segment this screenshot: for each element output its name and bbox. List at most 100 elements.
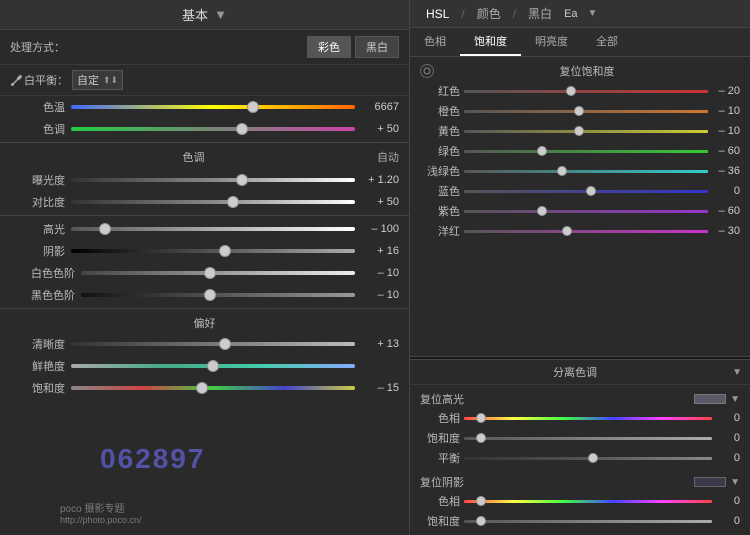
clarity-label: 清晰度: [10, 336, 65, 352]
blacks-slider[interactable]: [81, 288, 355, 302]
left-panel: 基本 ▼ 处理方式： 彩色 黑白 白平衡： 自定 ⬆⬇: [0, 0, 410, 535]
pref-title: 偏好: [194, 318, 216, 330]
highlight-color-swatch[interactable]: [694, 394, 726, 404]
bw-mode-button[interactable]: 黑白: [355, 36, 399, 58]
hsl-purple-thumb[interactable]: [537, 206, 547, 216]
saturation-thumb[interactable]: [196, 382, 208, 394]
highlights-label: 高光: [10, 221, 65, 237]
hsl-yellow-slider[interactable]: [464, 125, 708, 137]
watermark-sub2: http://photo.poco.cn/: [60, 515, 142, 525]
main-container: 基本 ▼ 处理方式： 彩色 黑白 白平衡： 自定 ⬆⬇: [0, 0, 750, 535]
hsl-orange-track: [464, 110, 708, 113]
sh-hue-thumb[interactable]: [476, 496, 486, 506]
auto-button[interactable]: 自动: [377, 149, 399, 165]
exposure-thumb[interactable]: [236, 174, 248, 186]
saturation-label: 饱和度: [10, 380, 65, 396]
hl-hue-thumb[interactable]: [476, 413, 486, 423]
left-panel-header: 基本 ▼: [0, 0, 409, 30]
sh-sat-slider[interactable]: [464, 515, 712, 527]
hsl-aqua-value: – 36: [712, 165, 740, 177]
hsl-red-label: 红色: [420, 83, 460, 99]
whites-slider[interactable]: [81, 266, 355, 280]
saturation-slider[interactable]: [71, 381, 355, 395]
hsl-blue-thumb[interactable]: [586, 186, 596, 196]
balance-row: 平衡 0: [416, 448, 744, 468]
color-mode-button[interactable]: 彩色: [307, 36, 351, 58]
hsl-red-slider[interactable]: [464, 85, 708, 97]
tone-sep-content: 复位高光 ▼ 色相 0 饱和度: [410, 385, 750, 535]
wb-dropdown[interactable]: 自定 ⬆⬇: [72, 70, 123, 90]
hsl-green-thumb[interactable]: [537, 146, 547, 156]
exposure-row: 曝光度 + 1.20: [0, 169, 409, 191]
tab-hue[interactable]: 色相: [410, 28, 460, 56]
tone-sep-arrow: ▼: [732, 367, 742, 378]
shadows-thumb[interactable]: [219, 245, 231, 257]
sat-reset-circle[interactable]: [420, 64, 434, 78]
hsl-purple-slider[interactable]: [464, 205, 708, 217]
tint-thumb[interactable]: [236, 123, 248, 135]
wb-label: 白平衡：: [24, 72, 68, 88]
tone-sep-header: 分离色调 ▼: [410, 360, 750, 385]
hsl-green-track: [464, 150, 708, 153]
wb-value: 自定: [77, 72, 99, 88]
highlights-slider[interactable]: [71, 222, 355, 236]
temp-slider[interactable]: [71, 100, 355, 114]
hsl-magenta-thumb[interactable]: [562, 226, 572, 236]
contrast-slider[interactable]: [71, 195, 355, 209]
hsl-orange-row: 橙色 – 10: [416, 101, 744, 121]
hsl-magenta-slider[interactable]: [464, 225, 708, 237]
sh-hue-slider[interactable]: [464, 495, 712, 507]
tab-all[interactable]: 全部: [582, 28, 632, 56]
hsl-orange-slider[interactable]: [464, 105, 708, 117]
vibrance-slider[interactable]: [71, 359, 355, 373]
hsl-orange-thumb[interactable]: [574, 106, 584, 116]
hsl-aqua-slider[interactable]: [464, 165, 708, 177]
shadow-color-swatch[interactable]: [694, 477, 726, 487]
hsl-yellow-label: 黄色: [420, 123, 460, 139]
hsl-blue-slider[interactable]: [464, 185, 708, 197]
dropper-icon[interactable]: [10, 73, 24, 87]
whites-thumb[interactable]: [204, 267, 216, 279]
hl-hue-row: 色相 0: [416, 408, 744, 428]
sh-sat-thumb[interactable]: [476, 516, 486, 526]
hsl-yellow-thumb[interactable]: [574, 126, 584, 136]
shadows-slider[interactable]: [71, 244, 355, 258]
blacks-value: – 10: [361, 289, 399, 301]
exposure-track: [71, 178, 355, 182]
saturation-track: [71, 386, 355, 390]
vibrance-thumb[interactable]: [207, 360, 219, 372]
hl-sat-thumb[interactable]: [476, 433, 486, 443]
blacks-thumb[interactable]: [204, 289, 216, 301]
tab-luminance[interactable]: 明亮度: [521, 28, 582, 56]
saturation-row: 饱和度 – 15: [0, 377, 409, 399]
hsl-red-thumb[interactable]: [566, 86, 576, 96]
contrast-thumb[interactable]: [227, 196, 239, 208]
watermark-area: 062897 poco 摄影专题 http://photo.poco.cn/: [0, 399, 409, 535]
temp-thumb[interactable]: [247, 101, 259, 113]
clarity-thumb[interactable]: [219, 338, 231, 350]
hsl-orange-value: – 10: [712, 105, 740, 117]
blacks-row: 黑色色阶 – 10: [0, 284, 409, 306]
hsl-blue-value: 0: [712, 185, 740, 197]
sh-hue-row: 色相 0: [416, 491, 744, 511]
exposure-slider[interactable]: [71, 173, 355, 187]
highlights-thumb[interactable]: [99, 223, 111, 235]
shadows-group-label: 复位阴影: [420, 474, 464, 490]
hsl-aqua-thumb[interactable]: [557, 166, 567, 176]
hl-hue-track: [464, 417, 712, 420]
clarity-slider[interactable]: [71, 337, 355, 351]
balance-slider[interactable]: [464, 452, 712, 464]
hsl-blue-track: [464, 190, 708, 193]
tab-saturation[interactable]: 饱和度: [460, 28, 521, 56]
hsl-purple-track: [464, 210, 708, 213]
header-sep2: /: [513, 7, 516, 21]
hl-hue-slider[interactable]: [464, 412, 712, 424]
watermark-sub1: poco 摄影专题: [60, 500, 124, 515]
contrast-track: [71, 200, 355, 204]
exposure-label: 曝光度: [10, 172, 65, 188]
balance-thumb[interactable]: [588, 453, 598, 463]
hsl-green-slider[interactable]: [464, 145, 708, 157]
hl-sat-slider[interactable]: [464, 432, 712, 444]
left-panel-title: 基本: [182, 5, 208, 24]
tint-slider[interactable]: [71, 122, 355, 136]
